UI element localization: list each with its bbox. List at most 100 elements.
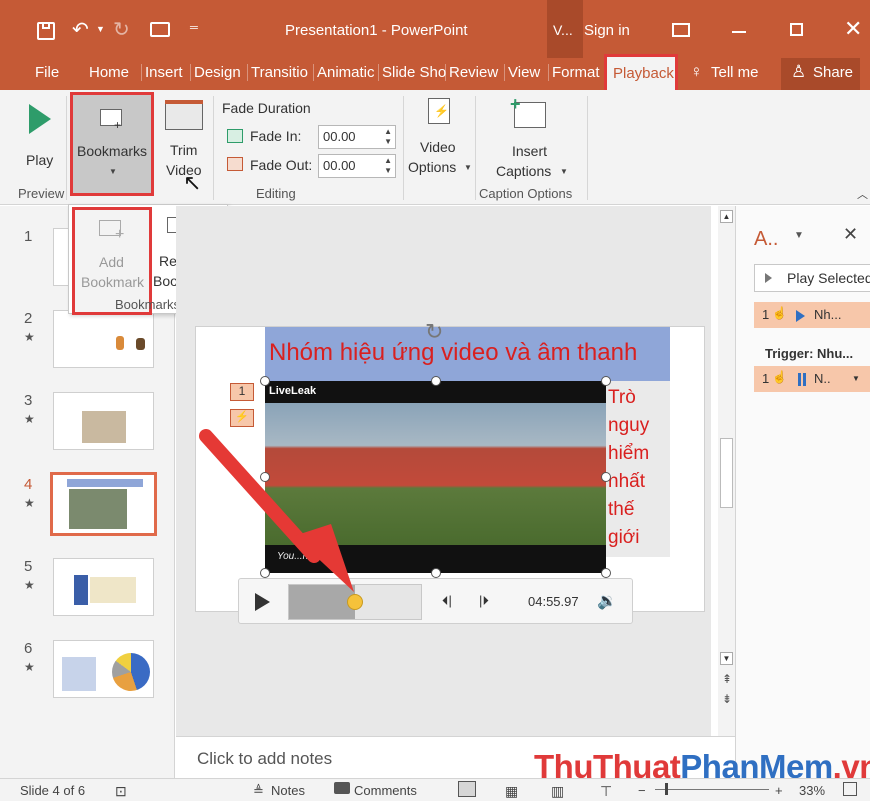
tab-insert[interactable]: Insert bbox=[141, 64, 183, 81]
mouse-click-icon: ☝ bbox=[772, 306, 787, 320]
tab-file[interactable]: File bbox=[35, 64, 59, 81]
animation-item-2[interactable]: 1 ☝ N.. ▼ bbox=[754, 366, 870, 392]
caption-options-group-label: Caption Options bbox=[479, 186, 573, 201]
undo-dropdown-icon[interactable]: ▼ bbox=[96, 24, 105, 34]
play-button[interactable]: Play bbox=[16, 98, 62, 170]
redo-icon[interactable]: ↻ bbox=[113, 17, 130, 42]
vertical-scrollbar[interactable]: ▲ ▼ ⇞ ⇟ bbox=[718, 206, 735, 736]
zoom-in-icon[interactable]: + bbox=[775, 783, 783, 798]
context-tab-video-tools[interactable]: V... bbox=[547, 0, 583, 58]
bookmarks-group-label: Bookmarks bbox=[115, 297, 181, 312]
play-icon bbox=[765, 273, 772, 283]
fade-in-spinner[interactable]: 00.00 ▲ ▼ bbox=[318, 125, 396, 149]
zoom-level[interactable]: 33% bbox=[799, 783, 825, 798]
resize-handle[interactable] bbox=[601, 376, 611, 386]
collapse-ribbon-icon[interactable]: ︿ bbox=[857, 186, 868, 202]
previous-slide-icon[interactable]: ⇞ bbox=[722, 672, 732, 686]
slideshow-view-icon[interactable]: ⊤ bbox=[600, 783, 612, 800]
trim-video-button[interactable]: Trim Video bbox=[160, 98, 210, 178]
next-slide-icon[interactable]: ⇟ bbox=[722, 692, 732, 706]
tab-design[interactable]: Design bbox=[190, 64, 241, 81]
video-options-button[interactable]: ⚡ Video Options ▼ bbox=[406, 96, 472, 182]
ribbon-display-options-icon[interactable] bbox=[672, 23, 690, 37]
reading-view-icon[interactable]: ▥ bbox=[551, 783, 564, 800]
slide-thumbnail-5[interactable] bbox=[53, 558, 154, 616]
move-forward-icon[interactable]: |⏵ bbox=[479, 593, 489, 609]
move-back-icon[interactable]: ⏴| bbox=[442, 593, 452, 609]
fit-to-window-icon[interactable] bbox=[843, 782, 857, 796]
slide-thumbnail-2[interactable] bbox=[53, 310, 154, 368]
tell-me-box[interactable]: Tell me bbox=[711, 64, 759, 81]
annotation-arrow bbox=[199, 429, 354, 592]
pane-options-icon[interactable]: ▼ bbox=[794, 230, 804, 241]
tab-review[interactable]: Review bbox=[445, 64, 498, 81]
animation-item-1[interactable]: 1 ☝ Nh... bbox=[754, 302, 870, 328]
status-bar: Slide 4 of 6 ⊡ ≜ Notes Comments ▦ ▥ ⊤ − … bbox=[0, 778, 870, 801]
customize-toolbar-icon[interactable]: ═ bbox=[190, 22, 198, 34]
chevron-down-icon: ▼ bbox=[109, 167, 117, 176]
slide-sorter-icon[interactable]: ▦ bbox=[505, 783, 518, 800]
zoom-slider-thumb[interactable] bbox=[665, 783, 668, 795]
slide-thumbnail-6[interactable] bbox=[53, 640, 154, 698]
notes-toggle-icon[interactable]: ≜ bbox=[253, 783, 264, 799]
notes-toggle-button[interactable]: Notes bbox=[271, 783, 305, 798]
slide-title-box[interactable]: Nhóm hiệu ứng video và âm thanh ↻ bbox=[265, 319, 670, 381]
play-selected-button[interactable]: Play Selected bbox=[754, 264, 870, 292]
share-button[interactable]: ♙ Share bbox=[781, 58, 860, 90]
tab-animations[interactable]: Animatic bbox=[313, 64, 375, 81]
fade-in-icon bbox=[227, 129, 243, 143]
volume-icon[interactable]: 🔉 bbox=[597, 591, 617, 611]
undo-icon[interactable]: ↶ bbox=[72, 17, 89, 42]
scroll-up-icon[interactable]: ▲ bbox=[720, 210, 733, 223]
pane-close-icon[interactable]: ✕ bbox=[843, 224, 858, 245]
bookmarks-button[interactable]: + Bookmarks ▼ bbox=[70, 92, 154, 196]
animation-pane: A.. ▼ ✕ Play Selected 1 ☝ Nh... Trigger:… bbox=[735, 206, 870, 778]
resize-handle[interactable] bbox=[431, 568, 441, 578]
slide-thumbnail-4[interactable] bbox=[50, 472, 157, 536]
ribbon: Play Preview + Bookmarks ▼ Trim Video ↖ … bbox=[0, 90, 870, 205]
save-icon[interactable] bbox=[37, 22, 55, 40]
chevron-down-icon[interactable]: ▼ bbox=[852, 374, 860, 383]
slide-title: Nhóm hiệu ứng video và âm thanh bbox=[269, 339, 638, 366]
resize-handle[interactable] bbox=[601, 568, 611, 578]
zoom-slider[interactable] bbox=[655, 789, 769, 790]
time-display: 04:55.97 bbox=[528, 594, 579, 609]
scroll-thumb[interactable] bbox=[720, 438, 733, 508]
slide-counter: Slide 4 of 6 bbox=[20, 783, 86, 798]
present-icon[interactable] bbox=[150, 22, 170, 37]
comments-button[interactable]: Comments bbox=[354, 783, 417, 798]
rotate-handle-icon[interactable]: ↻ bbox=[425, 319, 443, 345]
person-icon: ♙ bbox=[791, 62, 807, 81]
trim-video-icon bbox=[165, 100, 203, 130]
animation-tag-1[interactable]: 1 bbox=[230, 383, 254, 401]
zoom-out-icon[interactable]: − bbox=[638, 783, 646, 798]
preview-group-label: Preview bbox=[18, 186, 65, 201]
fade-out-spinner[interactable]: 00.00 ▲ ▼ bbox=[318, 154, 396, 178]
insert-captions-button[interactable]: + Insert Captions ▼ bbox=[492, 94, 572, 182]
resize-handle[interactable] bbox=[260, 376, 270, 386]
title-bar: ↶ ▼ ↻ ═ Presentation1 - PowerPoint V... … bbox=[0, 0, 870, 58]
maximize-icon[interactable] bbox=[790, 23, 803, 36]
resize-handle[interactable] bbox=[601, 472, 611, 482]
normal-view-icon[interactable] bbox=[458, 781, 476, 797]
scroll-down-icon[interactable]: ▼ bbox=[720, 652, 733, 665]
play-icon bbox=[29, 104, 51, 134]
notes-placeholder: Click to add notes bbox=[197, 749, 333, 768]
animation-pane-title: A.. bbox=[754, 228, 779, 250]
mouse-cursor-icon: ↖ bbox=[183, 170, 202, 195]
resize-handle[interactable] bbox=[431, 376, 441, 386]
sign-in-link[interactable]: Sign in bbox=[584, 22, 630, 39]
close-icon[interactable]: ✕ bbox=[844, 16, 862, 42]
side-text-box[interactable]: Trò nguy hiểm nhất thế giới bbox=[606, 381, 670, 557]
tab-view[interactable]: View bbox=[504, 64, 540, 81]
pause-icon bbox=[798, 373, 801, 386]
tab-transitions[interactable]: Transitio bbox=[247, 64, 308, 81]
comments-icon[interactable] bbox=[334, 782, 350, 794]
spell-check-icon[interactable]: ⊡ bbox=[115, 783, 127, 800]
tab-home[interactable]: Home bbox=[89, 64, 129, 81]
tab-format[interactable]: Format bbox=[548, 64, 600, 81]
minimize-icon[interactable] bbox=[732, 31, 746, 33]
tab-slide-show[interactable]: Slide Sho bbox=[378, 64, 446, 81]
tab-playback[interactable]: Playback bbox=[604, 54, 678, 94]
slide-thumbnail-3[interactable] bbox=[53, 392, 154, 450]
